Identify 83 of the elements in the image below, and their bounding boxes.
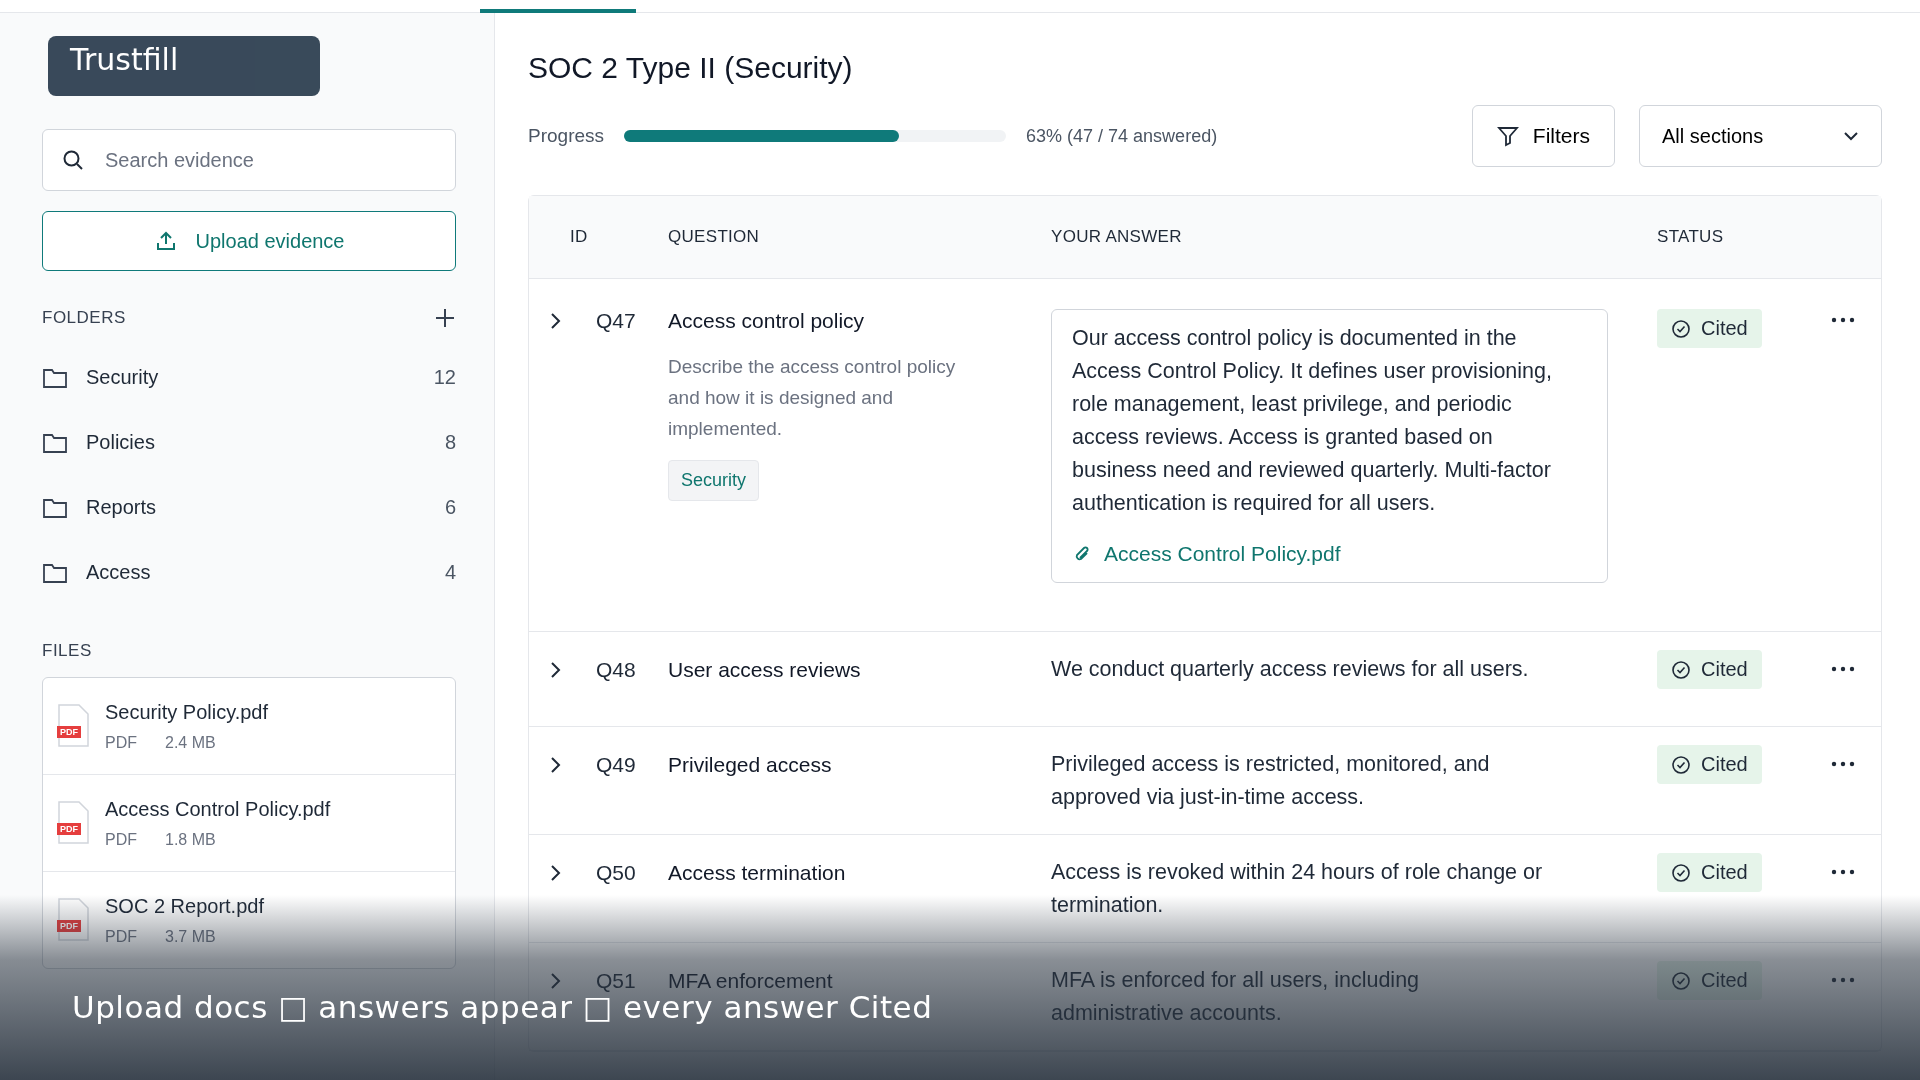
file-size: 3.7 MB <box>165 927 216 946</box>
file-size: 1.8 MB <box>165 830 216 849</box>
folder-count: 8 <box>444 431 456 454</box>
status-badge: Cited <box>1657 853 1762 892</box>
folder-icon <box>42 496 68 519</box>
column-header: YOUR ANSWER <box>1051 227 1183 247</box>
folder-count: 6 <box>444 496 456 519</box>
check-circle-icon <box>1671 754 1691 775</box>
brand-badge: Trustfill <box>48 36 320 96</box>
folder-item[interactable]: Access 4 <box>42 540 456 605</box>
status-badge: Cited <box>1657 961 1762 1000</box>
answer-text: Our access control policy is documented in the Access Control Policy. It defines user provisioning, role management, least privilege, and periodic access reviews. Access is granted based on business need and reviewed quarterly. Multi-factor authentication is required for all users. <box>1072 325 1553 517</box>
question-id: Q49 <box>596 753 637 777</box>
question-id: Q50 <box>596 861 637 885</box>
question-id: Q51 <box>596 969 637 993</box>
file-item[interactable]: PDF Access Control Policy.pdf PDF 1.8 MB <box>43 774 455 871</box>
more-icon[interactable] <box>1831 869 1855 875</box>
more-icon[interactable] <box>1831 666 1855 672</box>
question-title: MFA enforcement <box>668 969 833 993</box>
file-name: Security Policy.pdf <box>105 700 269 724</box>
check-circle-icon <box>1671 970 1691 991</box>
answer-text: MFA is enforced for all users, including administrative accounts. <box>1051 967 1421 1027</box>
attachment-link[interactable]: Access Control Policy.pdf <box>1072 542 1577 566</box>
pdf-file-icon: PDF <box>57 704 89 748</box>
question-title: Access termination <box>668 861 846 885</box>
file-item[interactable]: PDF Security Policy.pdf PDF 2.4 MB <box>43 678 455 774</box>
check-circle-icon <box>1671 318 1691 339</box>
column-header: QUESTION <box>668 227 761 247</box>
search-field[interactable]: Search evidence <box>42 129 456 191</box>
chevron-right-icon[interactable] <box>549 863 563 883</box>
file-type: PDF <box>105 927 137 946</box>
question-id: Q47 <box>596 309 637 333</box>
page-title: SOC 2 Type II (Security) <box>528 51 854 85</box>
folder-icon <box>42 431 68 454</box>
chevron-right-icon[interactable] <box>549 660 563 680</box>
filter-icon <box>1496 125 1519 147</box>
folder-item[interactable]: Security 12 <box>42 345 456 410</box>
status-badge: Cited <box>1657 745 1762 784</box>
file-name: Access Control Policy.pdf <box>105 797 331 821</box>
file-name: SOC 2 Report.pdf <box>105 894 264 918</box>
check-circle-icon <box>1671 862 1691 883</box>
answer-text: Access is revoked within 24 hours of role change or termination. <box>1051 859 1544 919</box>
folder-count: 4 <box>444 561 456 584</box>
folder-item[interactable]: Reports 6 <box>42 475 456 540</box>
answer-text: We conduct quarterly access reviews for all users. <box>1051 656 1530 683</box>
add-icon[interactable] <box>434 307 456 329</box>
folder-icon <box>42 366 68 389</box>
chevron-down-icon <box>1843 131 1859 141</box>
upload-button[interactable]: Upload evidence <box>42 211 456 271</box>
column-header: ID <box>570 227 589 247</box>
check-circle-icon <box>1671 659 1691 680</box>
status-badge: Cited <box>1657 650 1762 689</box>
file-type: PDF <box>105 733 137 752</box>
section-heading: FOLDERS <box>42 308 126 328</box>
column-header: STATUS <box>1657 227 1724 247</box>
answer-box[interactable] <box>1051 309 1608 583</box>
question-title: Privileged access <box>668 753 832 777</box>
pdf-file-icon: PDF <box>57 801 89 845</box>
file-item[interactable]: PDF SOC 2 Report.pdf PDF 3.7 MB <box>43 871 455 968</box>
search-icon <box>61 148 85 172</box>
answer-text: Privileged access is restricted, monitored, and approved via just-in-time access. <box>1051 751 1491 811</box>
section-dropdown[interactable]: All sections <box>1639 105 1882 167</box>
question-title: User access reviews <box>668 658 861 682</box>
pdf-file-icon: PDF <box>57 898 89 942</box>
progress-reading: 63% (47 / 74 answered) <box>1026 125 1218 147</box>
question-title: Access control policy <box>668 309 865 333</box>
question-description: Describe the access control policy and how it is designed and implemented. <box>668 355 957 441</box>
search-input[interactable]: Search evidence <box>103 147 437 173</box>
filters-button[interactable]: Filters <box>1471 105 1615 167</box>
file-type: PDF <box>105 830 137 849</box>
status-badge: Cited <box>1657 309 1762 348</box>
chevron-right-icon[interactable] <box>549 755 563 775</box>
file-size: 2.4 MB <box>165 733 216 752</box>
category-tag: Security <box>668 460 760 501</box>
more-icon[interactable] <box>1831 761 1855 767</box>
chevron-right-icon[interactable] <box>549 311 563 331</box>
progress-label: Progress <box>528 125 605 147</box>
folder-icon <box>42 561 68 584</box>
folder-count: 12 <box>433 366 456 389</box>
question-id: Q48 <box>596 658 637 682</box>
more-icon[interactable] <box>1831 317 1855 323</box>
section-heading: FILES <box>42 641 92 661</box>
folder-item[interactable]: Policies 8 <box>42 410 456 475</box>
